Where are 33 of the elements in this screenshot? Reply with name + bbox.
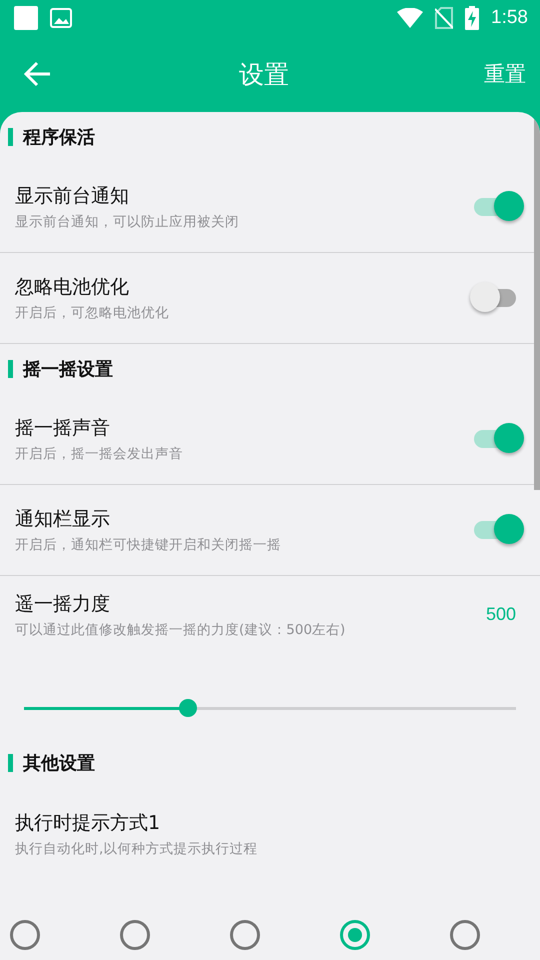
section-title: 程序保活 xyxy=(23,126,95,149)
setting-title: 显示前台通知 xyxy=(15,184,130,209)
page-title: 设置 xyxy=(238,58,290,90)
setting-value: 500 xyxy=(486,604,516,626)
setting-title: 遥一摇力度 xyxy=(15,592,111,617)
wifi-icon xyxy=(397,8,424,28)
setting-title: 忽略电池优化 xyxy=(15,274,130,300)
section-marker xyxy=(8,360,13,378)
setting-description: 显示前台通知，可以防止应用被关闭 xyxy=(15,212,240,231)
setting-title: 通知栏显示 xyxy=(15,506,111,532)
setting-description: 开启后，通知栏可快捷键开启和关闭摇一摇 xyxy=(15,536,282,554)
setting-description: 执行自动化时,以何种方式提示执行过程 xyxy=(15,840,258,858)
section-marker xyxy=(8,128,13,146)
image-icon xyxy=(50,8,72,28)
no-sim-icon xyxy=(435,7,454,29)
radio-button[interactable] xyxy=(450,920,480,950)
setting-description: 可以通过此值修改触发摇一摇的力度(建议：500左右) xyxy=(15,620,346,639)
setting-title: 摇一摇声音 xyxy=(15,416,111,441)
radio-button[interactable] xyxy=(230,920,260,950)
setting-description: 开启后，摇一摇会发出声音 xyxy=(15,444,184,463)
reset-button[interactable]: 重置 xyxy=(484,60,526,88)
battery-icon xyxy=(465,6,480,30)
radio-button[interactable] xyxy=(10,920,40,950)
setting-title: 执行时提示方式1 xyxy=(15,811,162,836)
status-time: 1:58 xyxy=(491,7,528,29)
setting-description: 开启后，可忽略电池优化 xyxy=(15,304,170,322)
radio-button[interactable] xyxy=(340,920,370,950)
square-icon xyxy=(14,6,38,30)
radio-button[interactable] xyxy=(120,920,150,950)
slider-thumb[interactable] xyxy=(178,698,197,717)
section-title: 其他设置 xyxy=(23,752,95,776)
section-marker xyxy=(8,754,13,772)
section-title: 摇一摇设置 xyxy=(23,358,113,381)
